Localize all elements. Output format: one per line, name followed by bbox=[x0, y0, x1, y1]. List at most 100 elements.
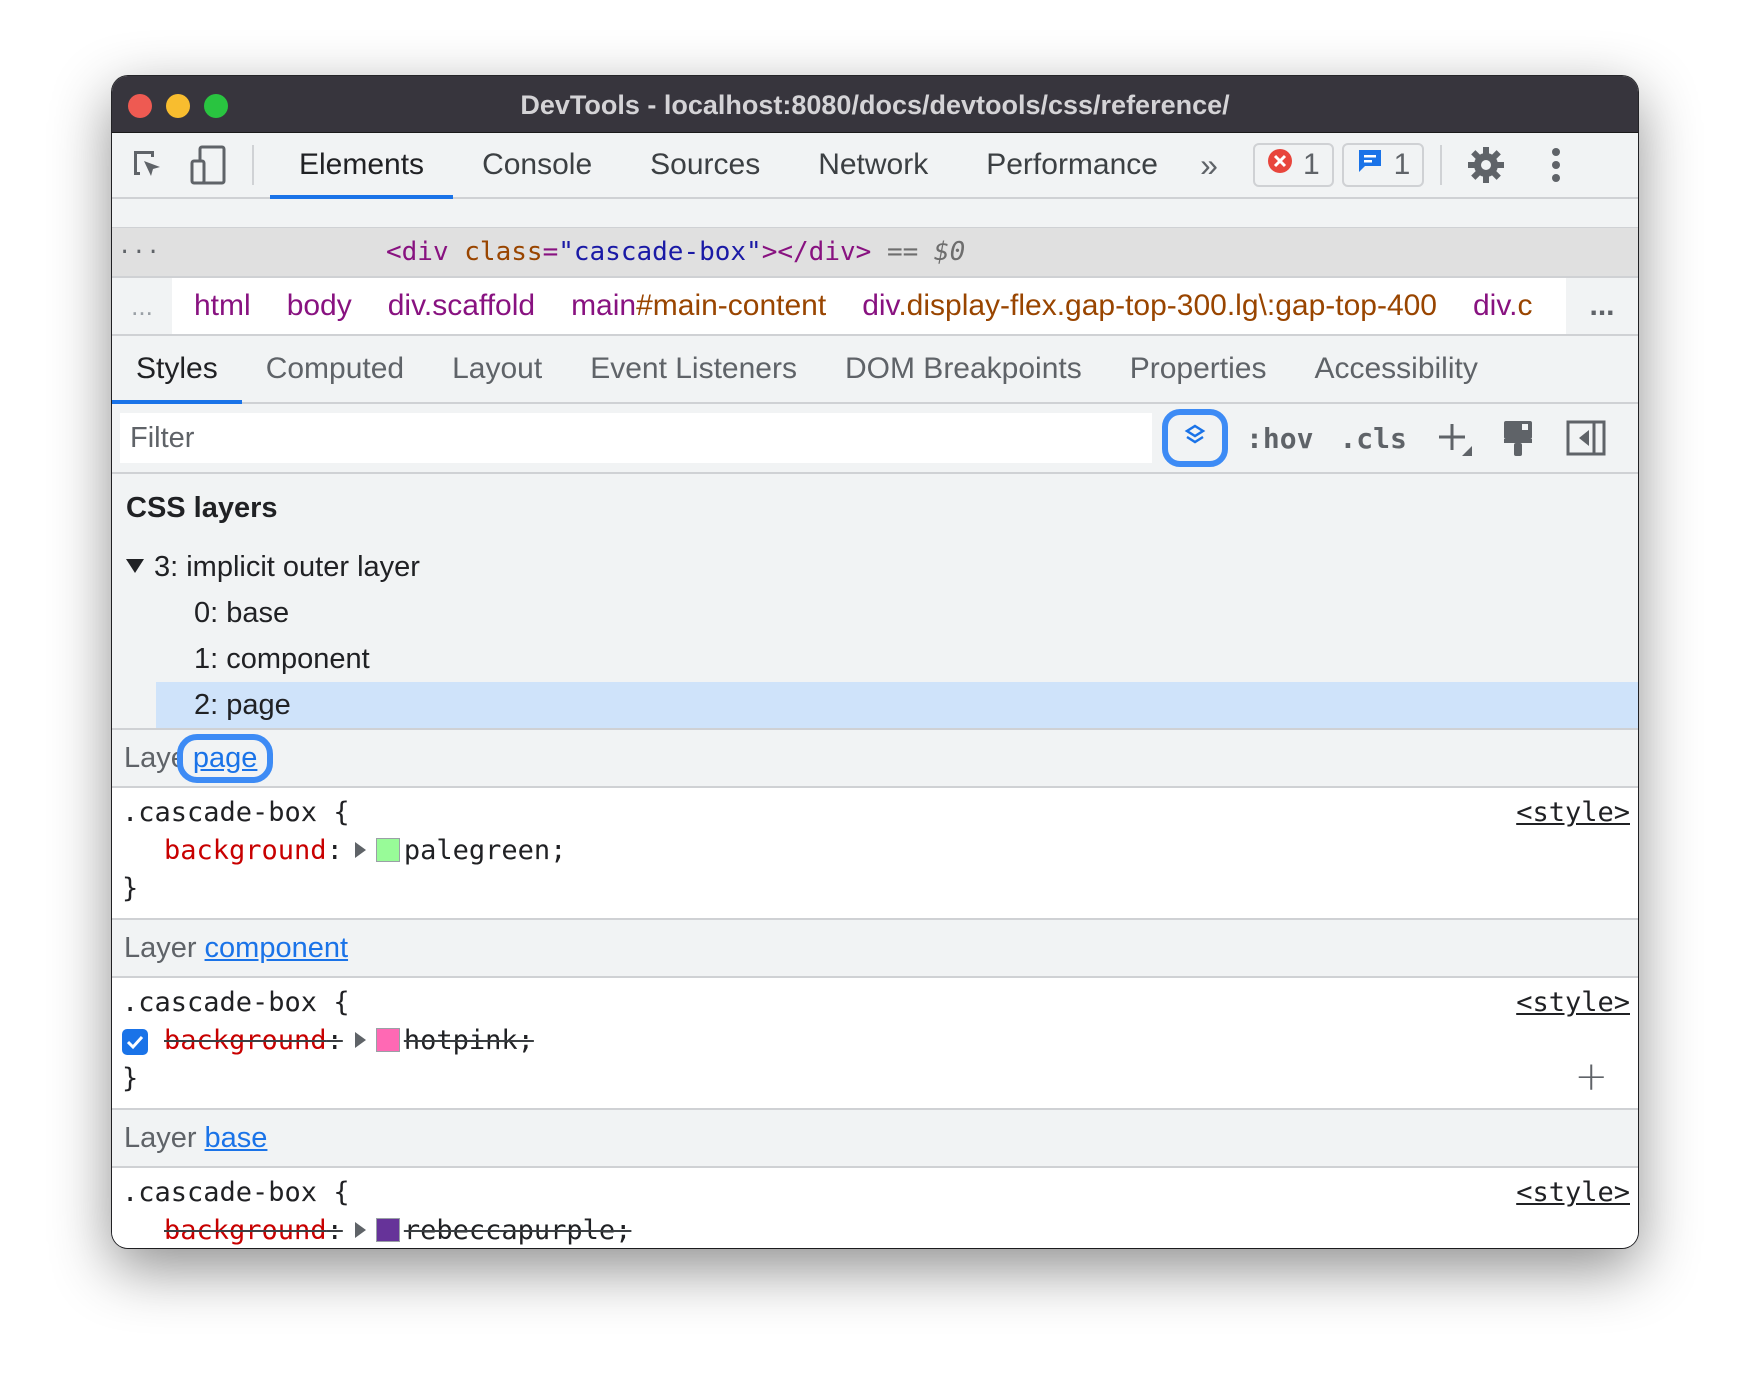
property-value[interactable]: palegreen; bbox=[404, 835, 567, 866]
dom-selected-node[interactable]: ... <div class="cascade-box"></div> == $… bbox=[112, 228, 1638, 278]
tab-console[interactable]: Console bbox=[453, 133, 621, 197]
property-checkbox[interactable] bbox=[122, 1029, 148, 1055]
attr-name: class bbox=[464, 237, 543, 267]
caret-down-icon[interactable] bbox=[126, 559, 144, 574]
layer-link-component[interactable]: component bbox=[205, 932, 349, 965]
new-style-rule-button[interactable] bbox=[1429, 413, 1479, 463]
dom-tree-partial-line bbox=[112, 199, 1638, 228]
tab-layout[interactable]: Layout bbox=[428, 336, 566, 402]
property-name[interactable]: background bbox=[164, 835, 327, 866]
layer-header-component: Layer component bbox=[112, 920, 1638, 978]
rule-source-link[interactable]: <style> bbox=[1516, 794, 1630, 832]
breadcrumb-item[interactable]: div.c bbox=[1473, 289, 1532, 323]
breadcrumb-item[interactable]: div.display-flex.gap-top-300.lg\:gap-top… bbox=[862, 289, 1437, 323]
breadcrumb-item[interactable]: body bbox=[287, 289, 352, 323]
breadcrumb: ... html body div.scaffold main#main-con… bbox=[112, 278, 1638, 336]
paint-brush-icon[interactable] bbox=[1493, 413, 1543, 463]
css-layers-title: CSS layers bbox=[126, 492, 278, 524]
expand-shorthand-icon[interactable] bbox=[354, 1221, 366, 1238]
title-bar: DevTools - localhost:8080/docs/devtools/… bbox=[112, 76, 1638, 133]
color-swatch[interactable] bbox=[375, 837, 400, 862]
class-toggle-button[interactable]: .cls bbox=[1339, 422, 1406, 455]
style-rule: .cascade-box { <style> background: palegr… bbox=[112, 788, 1638, 920]
property-value[interactable]: rebeccapurple; bbox=[404, 1215, 632, 1246]
toolbar-separator bbox=[1440, 145, 1443, 185]
layer-root-label: 3: implicit outer layer bbox=[154, 551, 420, 583]
layer-header-base: Layer base bbox=[112, 1110, 1638, 1168]
toggle-css-layers-button[interactable] bbox=[1162, 409, 1228, 467]
inspect-element-icon[interactable] bbox=[126, 143, 170, 187]
layers-icon bbox=[1182, 423, 1208, 454]
more-vertical-icon[interactable] bbox=[1534, 143, 1578, 187]
breadcrumb-item[interactable]: html bbox=[194, 289, 251, 323]
error-icon bbox=[1267, 148, 1293, 182]
hover-state-button[interactable]: :hov bbox=[1246, 422, 1313, 455]
error-count: 1 bbox=[1302, 148, 1320, 181]
tab-sources[interactable]: Sources bbox=[621, 133, 789, 197]
sidebar-tabs: Styles Computed Layout Event Listeners D… bbox=[112, 336, 1638, 404]
console-ref-eq: == bbox=[886, 237, 919, 267]
messages-badge[interactable]: 1 bbox=[1341, 143, 1425, 187]
layer-link-page[interactable]: page bbox=[176, 733, 274, 783]
devtools-window: DevTools - localhost:8080/docs/devtools/… bbox=[112, 76, 1638, 1248]
color-swatch[interactable] bbox=[375, 1027, 400, 1052]
errors-badge[interactable]: 1 bbox=[1252, 143, 1334, 187]
layer-link-base[interactable]: base bbox=[205, 1122, 268, 1155]
layer-label: Layer bbox=[124, 1121, 197, 1154]
property-name[interactable]: background bbox=[164, 1215, 327, 1246]
chevron-double-right-icon[interactable]: » bbox=[1187, 143, 1231, 187]
rule-source-link[interactable]: <style> bbox=[1516, 984, 1630, 1022]
expand-shorthand-icon[interactable] bbox=[354, 1031, 366, 1048]
css-layers-panel: CSS layers 3: implicit outer layer 0: ba… bbox=[112, 474, 1638, 730]
console-ref: $0 bbox=[933, 237, 966, 267]
layer-tree-item[interactable]: 1: component bbox=[112, 636, 1638, 682]
tab-properties[interactable]: Properties bbox=[1106, 336, 1291, 402]
layer-label: Layer bbox=[124, 931, 197, 964]
expand-shorthand-icon[interactable] bbox=[354, 841, 366, 858]
rule-close-brace: } bbox=[122, 873, 139, 904]
dom-ellipsis[interactable]: ... bbox=[118, 234, 161, 259]
message-icon bbox=[1356, 147, 1384, 183]
add-property-button[interactable]: + bbox=[1574, 1054, 1608, 1100]
breadcrumb-scroll-right[interactable]: ... bbox=[1566, 278, 1638, 334]
tag-name: <div bbox=[386, 237, 449, 267]
color-swatch[interactable] bbox=[375, 1217, 400, 1242]
tab-event-listeners[interactable]: Event Listeners bbox=[566, 336, 821, 402]
attr-eq: = bbox=[542, 237, 559, 267]
rule-close-brace: } bbox=[122, 1063, 139, 1094]
rule-selector[interactable]: .cascade-box { bbox=[122, 797, 350, 828]
style-declaration[interactable]: background: rebeccapurple; bbox=[122, 1212, 1638, 1248]
message-count: 1 bbox=[1393, 148, 1411, 181]
property-name[interactable]: background bbox=[164, 1025, 327, 1056]
toolbar-separator bbox=[252, 145, 254, 185]
tab-accessibility[interactable]: Accessibility bbox=[1290, 336, 1501, 402]
layer-tree-item-selected[interactable]: 2: page bbox=[156, 682, 1638, 728]
property-value[interactable]: hotpink; bbox=[404, 1025, 534, 1056]
checkmark-icon bbox=[126, 1035, 144, 1050]
layer-tree-root[interactable]: 3: implicit outer layer bbox=[112, 544, 1638, 590]
breadcrumb-scroll-left[interactable]: ... bbox=[112, 278, 172, 334]
rule-source-link[interactable]: <style> bbox=[1516, 1174, 1630, 1212]
gear-icon[interactable] bbox=[1464, 143, 1508, 187]
tab-styles[interactable]: Styles bbox=[112, 336, 242, 404]
rule-selector[interactable]: .cascade-box { bbox=[122, 1177, 350, 1208]
layer-header-page: Laye page bbox=[112, 730, 1638, 788]
style-rule: .cascade-box { <style> background: hotpin… bbox=[112, 978, 1638, 1110]
tab-elements[interactable]: Elements bbox=[270, 133, 454, 199]
style-rule: .cascade-box { <style> background: rebecc… bbox=[112, 1168, 1638, 1248]
toggle-sidebar-icon[interactable] bbox=[1561, 413, 1611, 463]
styles-filter-bar: :hov .cls bbox=[112, 404, 1638, 474]
style-declaration[interactable]: background: hotpink; bbox=[122, 1022, 1638, 1060]
tab-dom-breakpoints[interactable]: DOM Breakpoints bbox=[821, 336, 1106, 402]
breadcrumb-item[interactable]: div.scaffold bbox=[388, 289, 535, 323]
layer-tree-item[interactable]: 0: base bbox=[112, 590, 1638, 636]
breadcrumb-item[interactable]: main#main-content bbox=[571, 289, 826, 323]
filter-input[interactable] bbox=[120, 413, 1152, 463]
tab-network[interactable]: Network bbox=[789, 133, 957, 197]
rule-selector[interactable]: .cascade-box { bbox=[122, 987, 350, 1018]
tab-performance[interactable]: Performance bbox=[957, 133, 1187, 197]
device-toolbar-icon[interactable] bbox=[186, 143, 230, 187]
main-toolbar: Elements Console Sources Network Perform… bbox=[112, 133, 1638, 199]
style-declaration[interactable]: background: palegreen; bbox=[122, 832, 1638, 870]
tab-computed[interactable]: Computed bbox=[242, 336, 428, 402]
